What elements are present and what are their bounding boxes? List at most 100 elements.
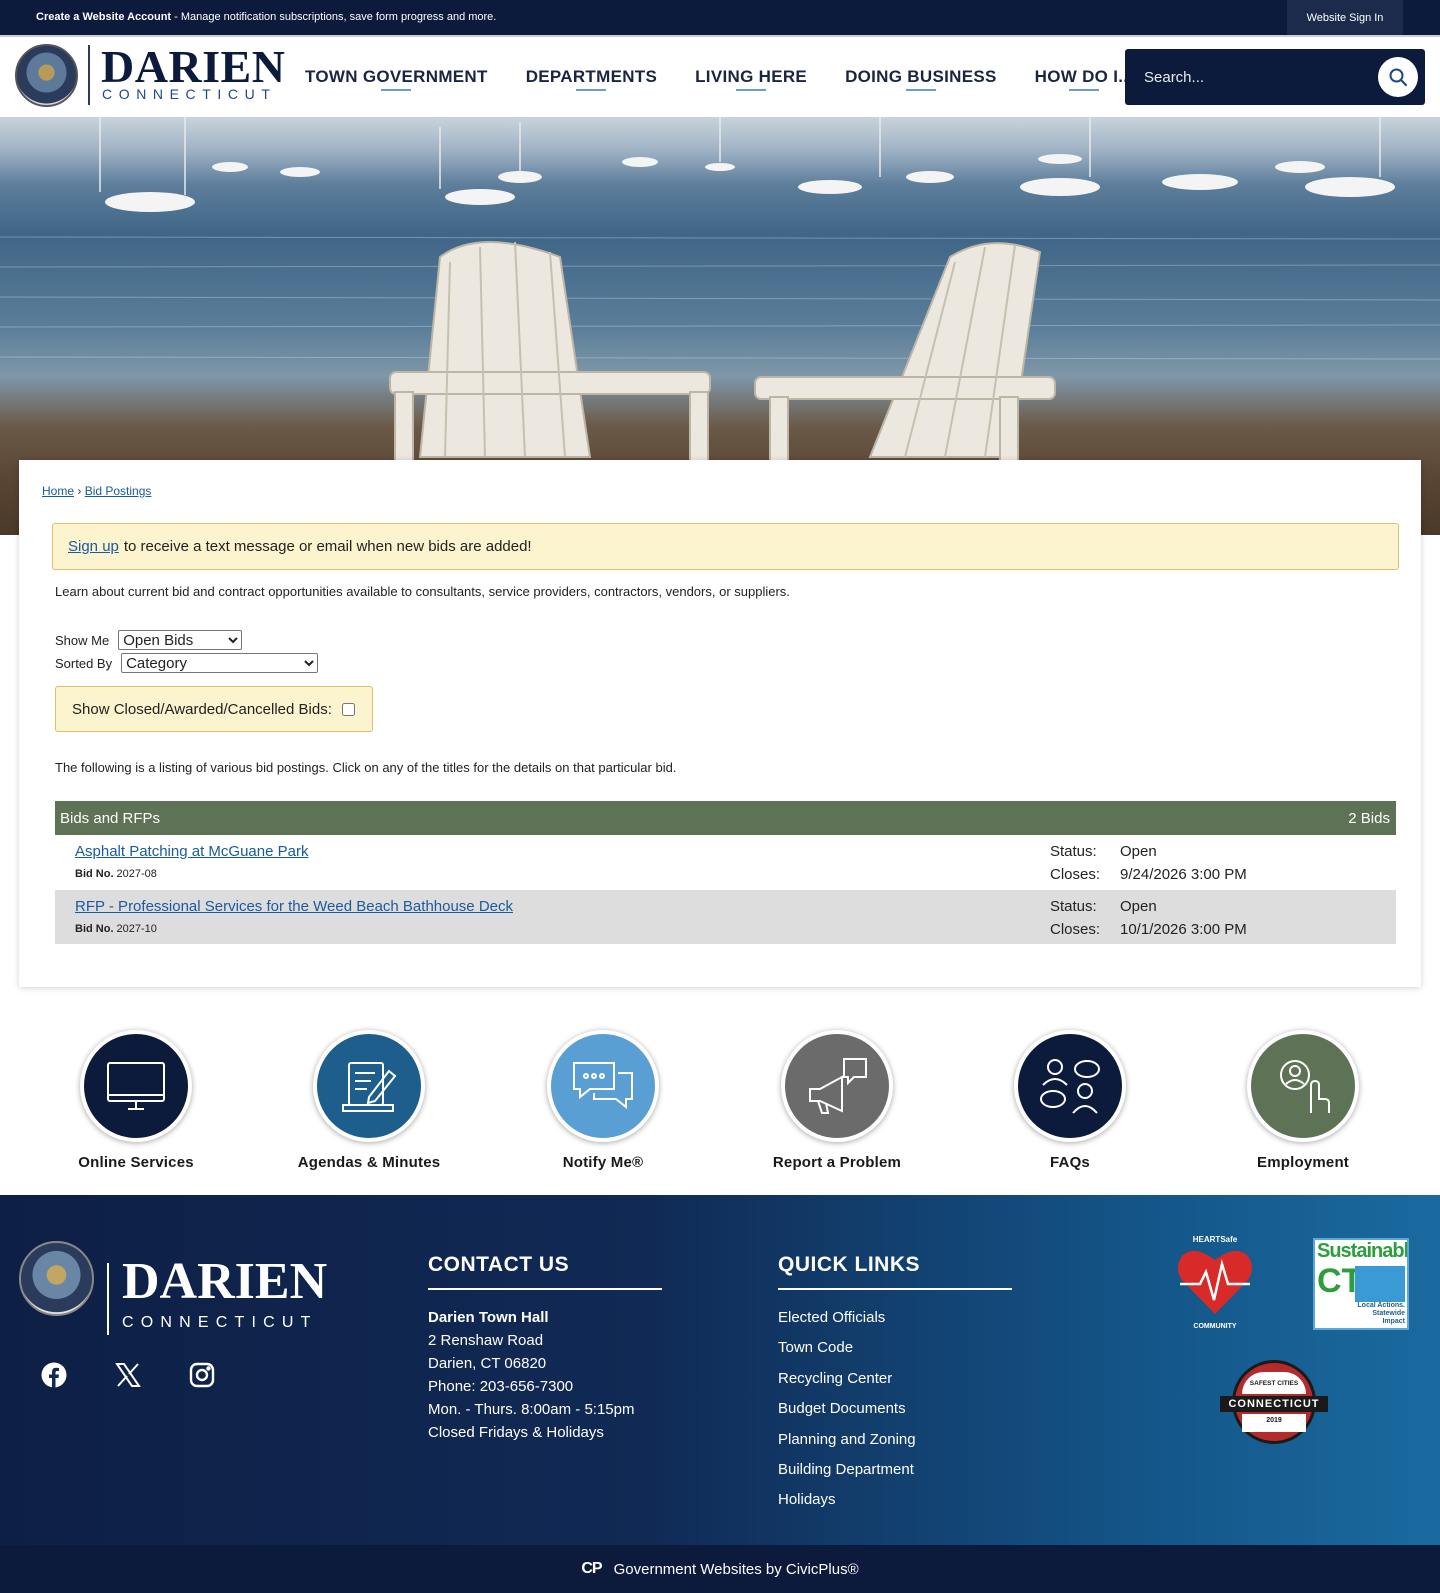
heartsafe-bottom-text: COMMUNITY: [1193, 1323, 1237, 1330]
logo-state[interactable]: CONNECTICUT: [102, 86, 276, 102]
quick-link-agendas-minutes[interactable]: Agendas & Minutes: [269, 1030, 469, 1171]
bid-number-value: 2027-10: [116, 923, 157, 935]
civicplus-logo-icon[interactable]: CP: [581, 1560, 602, 1578]
bid-closes-value: 9/24/2026 3:00 PM: [1120, 866, 1247, 883]
quick-link-circle: [547, 1030, 659, 1142]
signup-alert-text: to receive a text message or email when …: [123, 538, 532, 555]
footer-link-building-department[interactable]: Building Department: [778, 1458, 916, 1488]
bid-title-link[interactable]: Asphalt Patching at McGuane Park: [75, 843, 308, 860]
quick-link-circle: [1247, 1030, 1359, 1142]
sorted-by-label: Sorted By: [55, 655, 113, 671]
show-me-label: Show Me: [55, 632, 110, 648]
footer-link-town-code[interactable]: Town Code: [778, 1336, 916, 1366]
contact-line: Closed Fridays & Holidays: [428, 1424, 604, 1441]
footer-link-planning-zoning[interactable]: Planning and Zoning: [778, 1428, 916, 1458]
bid-status-label: Status:: [1050, 843, 1097, 860]
bids-category-header: Bids and RFPs 2 Bids: [55, 801, 1396, 835]
contact-line: 2 Renshaw Road: [428, 1332, 544, 1349]
footer-link-budget-documents[interactable]: Budget Documents: [778, 1397, 916, 1427]
town-seal-logo[interactable]: [15, 44, 78, 107]
bids-category-title: Bids and RFPs: [60, 809, 161, 827]
search-input[interactable]: [1125, 49, 1365, 105]
bid-row: RFP - Professional Services for the Weed…: [55, 890, 1396, 944]
sustainable-tagline: Local Actions. Statewide Impact: [1357, 1302, 1405, 1325]
quick-link-label: FAQs: [1050, 1154, 1090, 1171]
heart-icon: [1178, 1250, 1252, 1314]
create-account-link[interactable]: Create a Website Account: [36, 11, 171, 23]
nav-underline: [736, 89, 767, 91]
instagram-icon: [189, 1362, 215, 1388]
nav-underline: [1068, 89, 1099, 91]
contact-line: Phone: 203-656-7300: [428, 1378, 574, 1395]
safest-cities-badge[interactable]: SAFEST CITIES CONNECTICUT 2019: [1220, 1360, 1328, 1450]
nav-doing-business[interactable]: DOING BUSINESS: [826, 37, 1016, 117]
quick-link-faqs[interactable]: FAQs: [970, 1030, 1170, 1171]
sorted-by-select[interactable]: Category: [121, 653, 319, 673]
breadcrumb-home[interactable]: Home: [42, 484, 74, 498]
footer-quick-links: Elected Officials Town Code Recycling Ce…: [778, 1306, 916, 1519]
heading-underline: [428, 1288, 662, 1290]
quick-link-circle: [781, 1030, 893, 1142]
breadcrumb-separator: ›: [77, 484, 82, 498]
breadcrumb: Home › Bid Postings: [42, 484, 151, 498]
show-closed-box: Show Closed/Awarded/Cancelled Bids:: [55, 686, 373, 732]
nav-underline: [576, 89, 607, 91]
instagram-link[interactable]: [188, 1361, 216, 1389]
person-hand-icon: [1280, 1060, 1330, 1113]
breadcrumb-bid-postings[interactable]: Bid Postings: [85, 484, 152, 498]
quick-links-heading: QUICK LINKS: [778, 1253, 1012, 1290]
nav-departments[interactable]: DEPARTMENTS: [507, 37, 676, 117]
search-box: [1125, 49, 1425, 105]
quick-link-circle: [80, 1030, 192, 1142]
nav-living-here[interactable]: LIVING HERE: [676, 37, 826, 117]
signup-alert: Sign up to receive a text message or ema…: [52, 523, 1399, 570]
megaphone-icon: [809, 1058, 867, 1114]
ct-map-graphic: [1355, 1266, 1405, 1302]
site-footer: DARIEN CONNECTICUT CONTACT US Darien Tow…: [0, 1195, 1440, 1545]
footer-logo-name[interactable]: DARIEN: [122, 1252, 327, 1311]
footer-logo-state[interactable]: CONNECTICUT: [122, 1314, 318, 1332]
safest-state-banner: CONNECTICUT: [1220, 1396, 1328, 1412]
civicplus-credit-link[interactable]: Government Websites by CivicPlus®: [614, 1561, 859, 1578]
show-me-select[interactable]: Open Bids: [118, 630, 243, 650]
footer-town-seal[interactable]: [19, 1241, 94, 1316]
quick-link-employment[interactable]: Employment: [1203, 1030, 1403, 1171]
sustainable-ct-badge[interactable]: Sustainable CT Local Actions. Statewide …: [1313, 1238, 1409, 1330]
nav-underline: [905, 89, 936, 91]
bid-row: Asphalt Patching at McGuane Park Bid No.…: [55, 835, 1396, 889]
quick-link-notify-me[interactable]: Notify Me®: [503, 1030, 703, 1171]
heartsafe-badge[interactable]: HEARTSafe COMMUNITY: [1174, 1235, 1256, 1335]
website-sign-in-button[interactable]: Website Sign In: [1287, 0, 1403, 35]
nav-label: LIVING HERE: [695, 67, 808, 86]
show-closed-label: Show Closed/Awarded/Cancelled Bids:: [72, 700, 332, 718]
x-twitter-link[interactable]: [114, 1361, 142, 1389]
nav-label: HOW DO I...: [1034, 67, 1134, 86]
search-button[interactable]: [1378, 57, 1418, 97]
facebook-link[interactable]: [40, 1361, 68, 1389]
site-header: DARIEN CONNECTICUT TOWN GOVERNMENT DEPAR…: [0, 35, 1440, 117]
heading-underline: [778, 1288, 1012, 1290]
sorted-by-row: Sorted By Category: [55, 653, 319, 673]
footer-logo-divider: [107, 1263, 109, 1335]
quick-link-report-problem[interactable]: Report a Problem: [737, 1030, 937, 1171]
nav-town-government[interactable]: TOWN GOVERNMENT: [286, 37, 507, 117]
bid-closes-label: Closes:: [1050, 866, 1101, 883]
sustainable-text: Sustainable: [1317, 1240, 1409, 1262]
bid-closes: Closes: 9/24/2026 3:00 PM: [1050, 866, 1247, 883]
account-message: Create a Website Account - Manage notifi…: [36, 11, 496, 23]
bid-number-label: Bid No.: [75, 868, 114, 880]
quick-link-online-services[interactable]: Online Services: [36, 1030, 236, 1171]
footer-link-holidays[interactable]: Holidays: [778, 1488, 916, 1518]
signup-link[interactable]: Sign up: [68, 538, 119, 555]
quick-link-label: Agendas & Minutes: [297, 1154, 441, 1171]
quick-links-row: Online Services Agendas & Minutes Notify…: [0, 1030, 1440, 1180]
top-utility-bar: Create a Website Account - Manage notifi…: [0, 0, 1440, 35]
bid-title-link[interactable]: RFP - Professional Services for the Weed…: [75, 898, 513, 915]
bid-status-label: Status:: [1050, 898, 1097, 915]
x-icon: [115, 1363, 141, 1387]
account-message-text: - Manage notification subscriptions, sav…: [171, 11, 497, 23]
footer-link-elected-officials[interactable]: Elected Officials: [778, 1306, 916, 1336]
show-closed-checkbox[interactable]: [341, 702, 355, 716]
intro-text: Learn about current bid and contract opp…: [55, 584, 790, 599]
footer-link-recycling-center[interactable]: Recycling Center: [778, 1367, 916, 1397]
